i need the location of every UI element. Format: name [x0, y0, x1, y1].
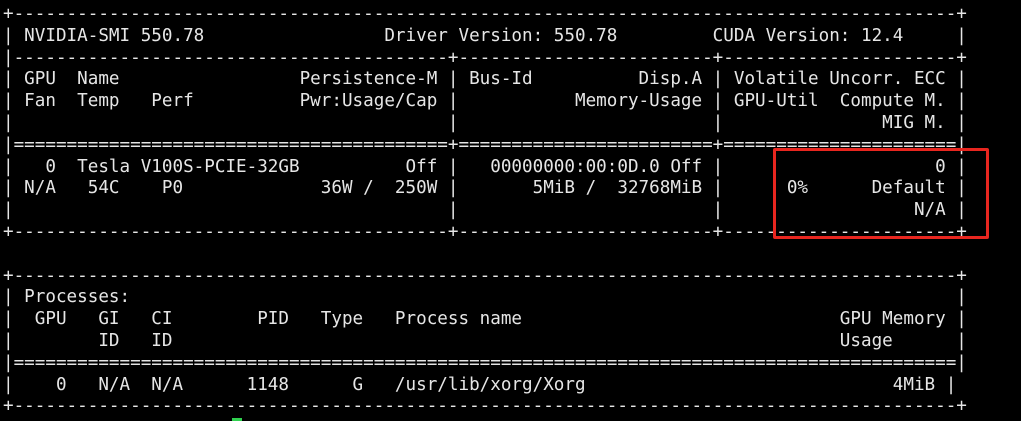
column-header-row-3: | | | MIG M. | — [3, 112, 967, 133]
table-top-border: +---------------------------------------… — [3, 4, 967, 24]
processes-header-row-2: | ID ID Usage | — [3, 330, 967, 351]
processes-double-divider: |=======================================… — [3, 352, 967, 373]
highlight-annotation-box — [773, 148, 989, 239]
process-row: | 0 N/A N/A 1148 G /usr/lib/xorg/Xorg 4M… — [3, 374, 957, 395]
processes-bottom-border: +---------------------------------------… — [3, 396, 967, 417]
column-header-row-1: | GPU Name Persistence-M | Bus-Id Disp.A… — [3, 69, 967, 90]
processes-header-row-1: | GPU GI CI PID Type Process name GPU Me… — [3, 309, 967, 330]
version-header-row: | NVIDIA-SMI 550.78 Driver Version: 550.… — [3, 25, 967, 46]
processes-title: | Processes: | — [3, 287, 967, 308]
column-header-row-2: | Fan Temp Perf Pwr:Usage/Cap | Memory-U… — [3, 91, 967, 112]
processes-top-border: +---------------------------------------… — [3, 265, 967, 286]
header-divider: |---------------------------------------… — [3, 47, 967, 68]
